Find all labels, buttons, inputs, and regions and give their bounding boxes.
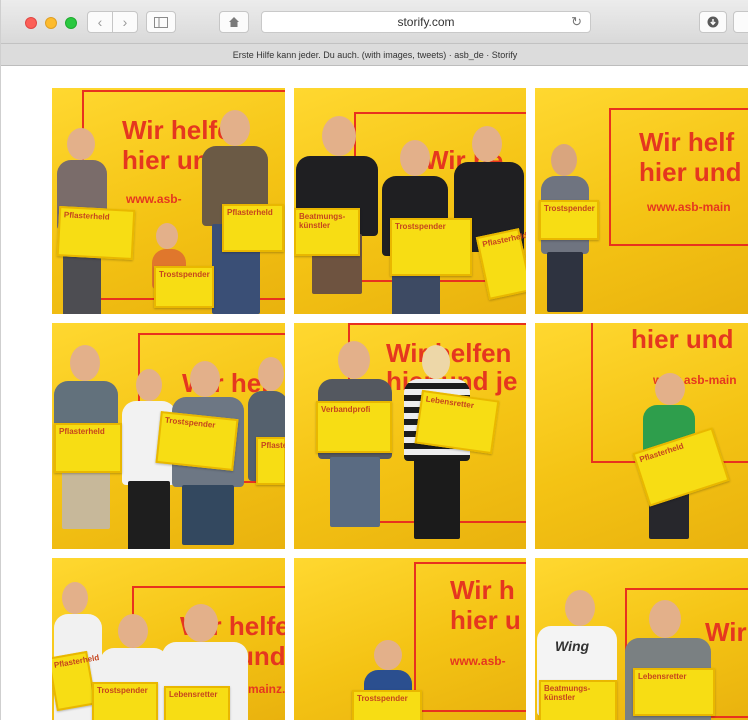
zoom-window-button[interactable] — [65, 17, 77, 29]
sign: Pflasterheld — [475, 228, 526, 300]
sidebar-icon — [154, 16, 168, 28]
close-window-button[interactable] — [25, 17, 37, 29]
sign: Pflasterheld — [56, 206, 136, 260]
sign: Beatmungs- künstler — [539, 680, 617, 720]
shirt-text: Wing — [555, 638, 590, 654]
tab-bar: Erste Hilfe kann jeder. Du auch. (with i… — [1, 44, 748, 66]
poster-text: Wir he — [705, 617, 748, 647]
sign: Trostspender — [155, 411, 239, 471]
sign: Pflasterheld — [54, 423, 122, 473]
back-button[interactable]: ‹ — [87, 11, 113, 33]
storify-page: Wir helfen hier und www.asb- Pflasterhel… — [1, 66, 748, 720]
forward-button[interactable]: › — [112, 11, 138, 33]
photo-tile[interactable]: hier und www.asb-main Pflasterheld — [535, 323, 748, 549]
photo-tile[interactable]: Wir he Wing Beatmungs- künstler Lebensre… — [535, 558, 748, 720]
sign: Trostspender — [92, 682, 158, 720]
address-bar[interactable]: storify.com ↻ — [261, 11, 591, 33]
sign: Lebensretter — [633, 668, 715, 716]
tab-title[interactable]: Erste Hilfe kann jeder. Du auch. (with i… — [233, 50, 518, 60]
url-text: storify.com — [397, 15, 455, 29]
download-icon — [707, 16, 719, 28]
sign: Pflasterheld — [256, 437, 285, 485]
share-button[interactable] — [733, 11, 748, 33]
home-button[interactable] — [219, 11, 249, 33]
poster-url: www.asb- — [450, 654, 506, 668]
chevron-right-icon: › — [122, 14, 128, 30]
sign: Verbandprofi — [316, 401, 392, 453]
sign: Trostspender — [352, 690, 422, 720]
poster-text: hier und — [631, 324, 734, 354]
poster-url: www.asb-main — [647, 200, 731, 214]
sign: Trostspender — [154, 266, 214, 308]
photo-tile[interactable]: Wir helfen hier und www.asb- Pflasterhel… — [52, 88, 285, 314]
photo-tile[interactable]: Wir helfen hier und je Verbandprofi Lebe… — [294, 323, 526, 549]
downloads-button[interactable] — [699, 11, 727, 33]
photo-tile[interactable]: Wir hel Pflasterheld Trostspender Pflast — [52, 323, 285, 549]
poster-url: mainz. — [248, 682, 285, 696]
sign: Trostspender — [390, 218, 472, 276]
sign: Trostspender — [539, 200, 599, 240]
sign: Lebensretter — [414, 389, 500, 455]
poster-text: hier u — [450, 605, 521, 635]
reload-icon[interactable]: ↻ — [571, 14, 582, 30]
traffic-lights — [25, 17, 77, 29]
photo-tile[interactable]: Wir helfe und mainz. Pflasterheld Trosts… — [52, 558, 285, 720]
sign: Beatmungs- künstler — [294, 208, 360, 256]
chevron-left-icon: ‹ — [97, 14, 103, 30]
poster-url: www.asb- — [126, 192, 182, 206]
poster-text: Wir h — [450, 575, 515, 605]
sidebar-button[interactable] — [146, 11, 176, 33]
photo-tile[interactable]: Wir helf hier und www.asb-main Trostspen… — [535, 88, 748, 314]
sign: Pflasterheld — [52, 650, 100, 712]
poster-text: hier und — [639, 157, 742, 187]
poster-text: Wir helf — [639, 127, 735, 157]
home-icon — [229, 17, 239, 27]
browser-toolbar: ‹ › storify.com ↻ — [1, 0, 748, 44]
photo-tile[interactable]: Wir he Beatmungs- künstler Trostspender … — [294, 88, 526, 314]
sign: Pflasterheld — [222, 204, 284, 252]
minimize-window-button[interactable] — [45, 17, 57, 29]
photo-tile[interactable]: Wir h hier u www.asb- Trostspender — [294, 558, 526, 720]
browser-window: ‹ › storify.com ↻ Erste Hilfe kann jeder… — [0, 0, 748, 720]
sign: Lebensretter — [164, 686, 230, 720]
